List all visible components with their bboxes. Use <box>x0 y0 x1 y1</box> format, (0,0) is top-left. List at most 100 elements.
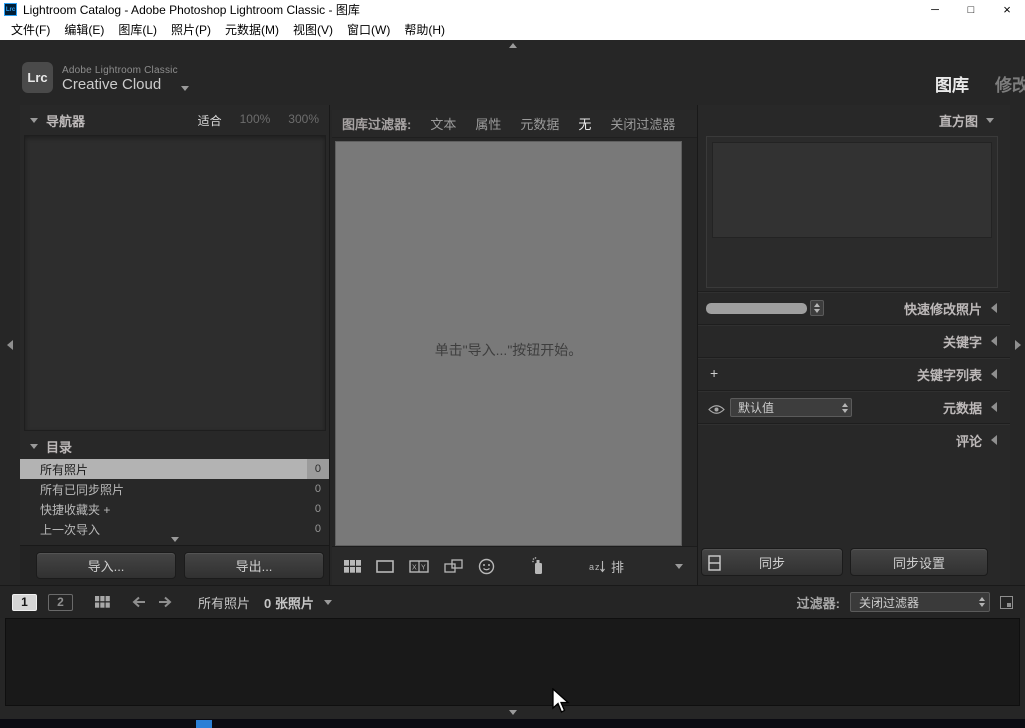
module-library[interactable]: 图库 <box>935 71 969 96</box>
menu-item-view[interactable]: 视图(V) <box>286 21 340 38</box>
quick-develop-section[interactable]: 快速修改照片 <box>698 291 1010 324</box>
menu-item-file[interactable]: 文件(F) <box>4 21 57 38</box>
menu-item-photo[interactable]: 照片(P) <box>164 21 218 38</box>
zoom-option-fit[interactable]: 适合 <box>198 112 222 129</box>
catalog-item-quick-collection[interactable]: 快捷收藏夹 + 0 <box>20 499 329 519</box>
grid-view-area[interactable]: 单击"导入..."按钮开始。 <box>335 141 682 546</box>
bottom-panel-strip[interactable] <box>0 706 1025 719</box>
export-button[interactable]: 导出... <box>184 552 324 579</box>
histogram-header[interactable]: 直方图 <box>698 105 1010 135</box>
sync-settings-button[interactable]: 同步设置 <box>850 548 988 576</box>
menu-item-library[interactable]: 图库(L) <box>111 21 164 38</box>
keyword-list-collapse-icon[interactable] <box>991 369 997 379</box>
bottom-panel-collapse-icon[interactable] <box>508 710 517 715</box>
top-panel-collapse-icon[interactable] <box>508 43 517 48</box>
keyword-list-section[interactable]: + 关键字列表 <box>698 357 1010 390</box>
metadata-preset-value: 默认值 <box>738 401 775 415</box>
navigator-expand-icon[interactable] <box>30 117 38 123</box>
filmstrip-source-label[interactable]: 所有照片 <box>198 593 250 612</box>
collapse-left-panel-icon[interactable] <box>7 340 13 350</box>
metadata-preset-stepper[interactable] <box>842 402 848 413</box>
metadata-section[interactable]: 默认值 元数据 <box>698 390 1010 423</box>
filter-option-off[interactable]: 关闭过滤器 <box>610 114 675 133</box>
stepper-down-icon[interactable] <box>814 309 820 313</box>
collapse-right-panel-icon[interactable] <box>1014 340 1021 350</box>
painter-spray-icon[interactable] <box>532 557 544 575</box>
library-filter-label: 图库过滤器: <box>342 117 412 132</box>
eye-icon[interactable] <box>708 402 725 420</box>
lightroom-app-icon: Lrc <box>4 3 17 16</box>
filmstrip-filter-dropdown[interactable]: 关闭过滤器 <box>850 592 990 612</box>
second-window-button[interactable]: 2 <box>48 593 73 611</box>
filter-lock-icon[interactable] <box>1000 595 1013 609</box>
close-button[interactable]: × <box>989 0 1025 19</box>
histogram-title: 直方图 <box>938 113 978 129</box>
metadata-preset-dropdown[interactable]: 默认值 <box>730 398 852 417</box>
back-arrow-icon[interactable] <box>132 596 146 608</box>
sync-settings-label: 同步设置 <box>892 555 945 571</box>
loupe-view-icon[interactable] <box>376 559 394 573</box>
toolbar-options-icon[interactable] <box>675 563 683 569</box>
keywording-title: 关键字 <box>942 334 982 350</box>
compare-view-icon[interactable]: XY <box>409 559 429 573</box>
menu-item-window[interactable]: 窗口(W) <box>340 21 397 38</box>
filter-option-none[interactable]: 无 <box>578 114 591 133</box>
window-title: Lightroom Catalog - Adobe Photoshop Ligh… <box>23 3 360 17</box>
add-keyword-icon[interactable]: + <box>710 366 718 380</box>
identity-dropdown-icon[interactable] <box>181 86 189 91</box>
maximize-button[interactable]: □ <box>953 0 989 19</box>
main-window-button[interactable]: 1 <box>12 593 37 611</box>
menu-item-help[interactable]: 帮助(H) <box>397 21 452 38</box>
stepper-up-icon[interactable] <box>979 597 985 601</box>
filmstrip-filter-value: 关闭过滤器 <box>859 595 920 610</box>
filter-option-text[interactable]: 文本 <box>430 114 456 133</box>
people-view-icon[interactable] <box>478 558 495 575</box>
comments-section[interactable]: 评论 <box>698 423 1010 456</box>
left-panel-edge[interactable] <box>0 105 20 585</box>
catalog-item-label: 上一次导入 <box>40 522 101 537</box>
histogram-expand-icon[interactable] <box>986 117 994 123</box>
stepper-down-icon[interactable] <box>979 603 985 607</box>
survey-view-icon[interactable] <box>444 559 463 573</box>
zoom-option-100[interactable]: 100% <box>240 112 271 129</box>
grid-view-icon[interactable] <box>344 559 361 573</box>
quick-develop-slider[interactable] <box>706 303 807 314</box>
quick-develop-collapse-icon[interactable] <box>991 303 997 313</box>
menu-item-metadata[interactable]: 元数据(M) <box>218 21 286 38</box>
filter-option-attribute[interactable]: 属性 <box>475 114 501 133</box>
stepper-down-icon[interactable] <box>842 408 848 413</box>
zoom-option-300[interactable]: 300% <box>288 112 319 129</box>
catalog-item-count: 0 <box>314 503 321 515</box>
catalog-item-previous-import[interactable]: 上一次导入 0 <box>20 519 329 539</box>
keywording-section[interactable]: 关键字 <box>698 324 1010 357</box>
sync-button[interactable]: 同步 <box>701 548 843 576</box>
catalog-item-all-synced-photos[interactable]: 所有已同步照片 0 <box>20 479 329 499</box>
stepper-up-icon[interactable] <box>814 303 820 307</box>
minimize-button[interactable]: ─ <box>917 0 953 19</box>
import-button[interactable]: 导入... <box>36 552 176 579</box>
sort-direction-control[interactable]: az 排 <box>589 557 624 576</box>
stepper-up-icon[interactable] <box>842 402 848 407</box>
catalog-item-all-photos[interactable]: 所有照片 0 <box>20 459 329 479</box>
navigator-header[interactable]: 导航器 适合 100% 300% <box>20 105 329 135</box>
filmstrip-filter-stepper[interactable] <box>979 597 985 607</box>
module-develop[interactable]: 修改 <box>995 71 1025 96</box>
catalog-header[interactable]: 目录 <box>20 433 329 459</box>
right-panel-edge[interactable] <box>1010 105 1025 585</box>
catalog-item-label: 所有已同步照片 <box>40 482 125 497</box>
go-to-grid-icon[interactable] <box>95 596 110 608</box>
right-panel-sections: 快速修改照片 关键字 + 关键字列表 默认值 元数据 评论 <box>698 291 1010 456</box>
left-panel-bottom-collapse-icon[interactable] <box>170 537 179 542</box>
filmstrip-source-dropdown-icon[interactable] <box>323 599 332 605</box>
catalog-expand-icon[interactable] <box>30 443 38 449</box>
metadata-collapse-icon[interactable] <box>991 402 997 412</box>
histogram-container <box>706 136 998 288</box>
comments-collapse-icon[interactable] <box>991 435 997 445</box>
left-panel-footer: 导入... 导出... <box>20 545 329 585</box>
keywording-collapse-icon[interactable] <box>991 336 997 346</box>
filmstrip-area[interactable] <box>5 618 1020 706</box>
forward-arrow-icon[interactable] <box>158 596 172 608</box>
quick-develop-stepper[interactable] <box>810 300 824 316</box>
menu-item-edit[interactable]: 编辑(E) <box>57 21 111 38</box>
filter-option-metadata[interactable]: 元数据 <box>520 114 559 133</box>
